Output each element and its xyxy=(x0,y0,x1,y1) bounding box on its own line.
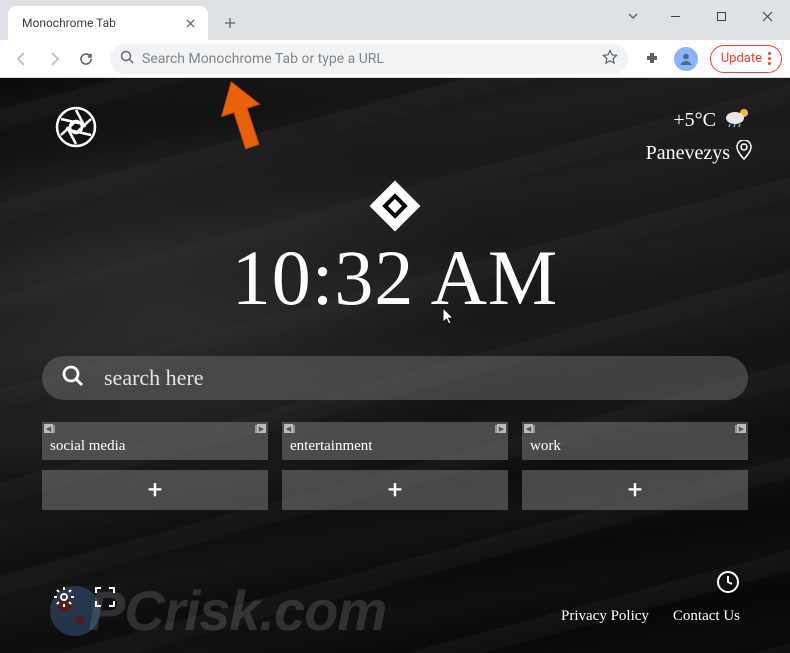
close-window-button[interactable] xyxy=(744,0,790,32)
tile-group-work: ◀ ▶ work + xyxy=(522,422,748,510)
update-label: Update xyxy=(721,51,762,66)
titlebar: Monochrome Tab xyxy=(0,0,790,40)
tile-group-entertainment: ◀ ▶ entertainment + xyxy=(282,422,508,510)
page-search-input[interactable]: search here xyxy=(42,356,748,400)
clock-display: 10:32 AM xyxy=(0,233,790,323)
close-tab-icon[interactable] xyxy=(182,15,198,31)
reload-button[interactable] xyxy=(72,45,100,73)
menu-dots-icon xyxy=(768,52,771,65)
search-placeholder: search here xyxy=(104,365,204,391)
omnibox-placeholder: Search Monochrome Tab or type a URL xyxy=(142,51,602,67)
tile-header[interactable]: ◀ ▶ work xyxy=(522,422,748,460)
location-name: Panevezys xyxy=(646,142,730,165)
browser-tab[interactable]: Monochrome Tab xyxy=(8,6,208,40)
fullscreen-icon[interactable] xyxy=(94,586,116,612)
scroll-right-icon[interactable]: ▶ xyxy=(497,424,506,433)
search-icon xyxy=(62,365,84,391)
address-bar[interactable]: Search Monochrome Tab or type a URL xyxy=(110,44,628,74)
shortcut-tiles: ◀ ▶ social media + ◀ ▶ entertainment + ◀… xyxy=(42,422,748,510)
minimize-button[interactable] xyxy=(652,0,698,32)
scroll-left-icon[interactable]: ◀ xyxy=(44,424,53,433)
location-pin-icon xyxy=(736,140,752,166)
maximize-button[interactable] xyxy=(698,0,744,32)
bottom-right-controls: Privacy Policy Contact Us xyxy=(561,570,740,625)
weather-icon xyxy=(724,106,752,134)
forward-button[interactable] xyxy=(40,45,68,73)
bookmark-star-icon[interactable] xyxy=(602,49,618,69)
tile-label: entertainment xyxy=(290,438,372,455)
add-tile-button[interactable]: + xyxy=(282,470,508,510)
new-tab-page: +5°C Panevezys 10:32 AM search here xyxy=(0,78,790,653)
tab-search-icon[interactable] xyxy=(626,8,640,27)
add-tile-button[interactable]: + xyxy=(42,470,268,510)
aperture-logo-icon[interactable] xyxy=(55,106,97,148)
tile-group-social-media: ◀ ▶ social media + xyxy=(42,422,268,510)
privacy-link[interactable]: Privacy Policy xyxy=(561,608,649,625)
tile-label: work xyxy=(530,438,561,455)
scroll-left-icon[interactable]: ◀ xyxy=(524,424,533,433)
new-tab-button[interactable] xyxy=(216,9,244,37)
temperature: +5°C xyxy=(673,109,716,132)
tile-header[interactable]: ◀ ▶ social media xyxy=(42,422,268,460)
tile-label: social media xyxy=(50,438,125,455)
cursor-icon xyxy=(442,307,456,331)
tile-header[interactable]: ◀ ▶ entertainment xyxy=(282,422,508,460)
back-button[interactable] xyxy=(8,45,36,73)
toolbar: Search Monochrome Tab or type a URL Upda… xyxy=(0,40,790,78)
tab-title: Monochrome Tab xyxy=(22,16,182,30)
diamond-logo-icon xyxy=(370,181,421,232)
extensions-icon[interactable] xyxy=(638,45,666,73)
weather-widget[interactable]: +5°C Panevezys xyxy=(646,106,752,166)
history-clock-icon[interactable] xyxy=(561,570,740,594)
scroll-left-icon[interactable]: ◀ xyxy=(284,424,293,433)
contact-link[interactable]: Contact Us xyxy=(673,608,740,625)
footer-links: Privacy Policy Contact Us xyxy=(561,608,740,625)
window-controls xyxy=(652,0,790,32)
scroll-right-icon[interactable]: ▶ xyxy=(737,424,746,433)
annotation-arrow-icon xyxy=(208,78,278,162)
bottom-left-controls xyxy=(52,585,116,613)
settings-gear-icon[interactable] xyxy=(52,585,76,613)
watermark-text: PCrisk.com xyxy=(88,578,386,643)
profile-avatar[interactable] xyxy=(674,47,698,71)
search-icon xyxy=(120,49,134,68)
update-button[interactable]: Update xyxy=(710,45,782,73)
scroll-right-icon[interactable]: ▶ xyxy=(257,424,266,433)
add-tile-button[interactable]: + xyxy=(522,470,748,510)
